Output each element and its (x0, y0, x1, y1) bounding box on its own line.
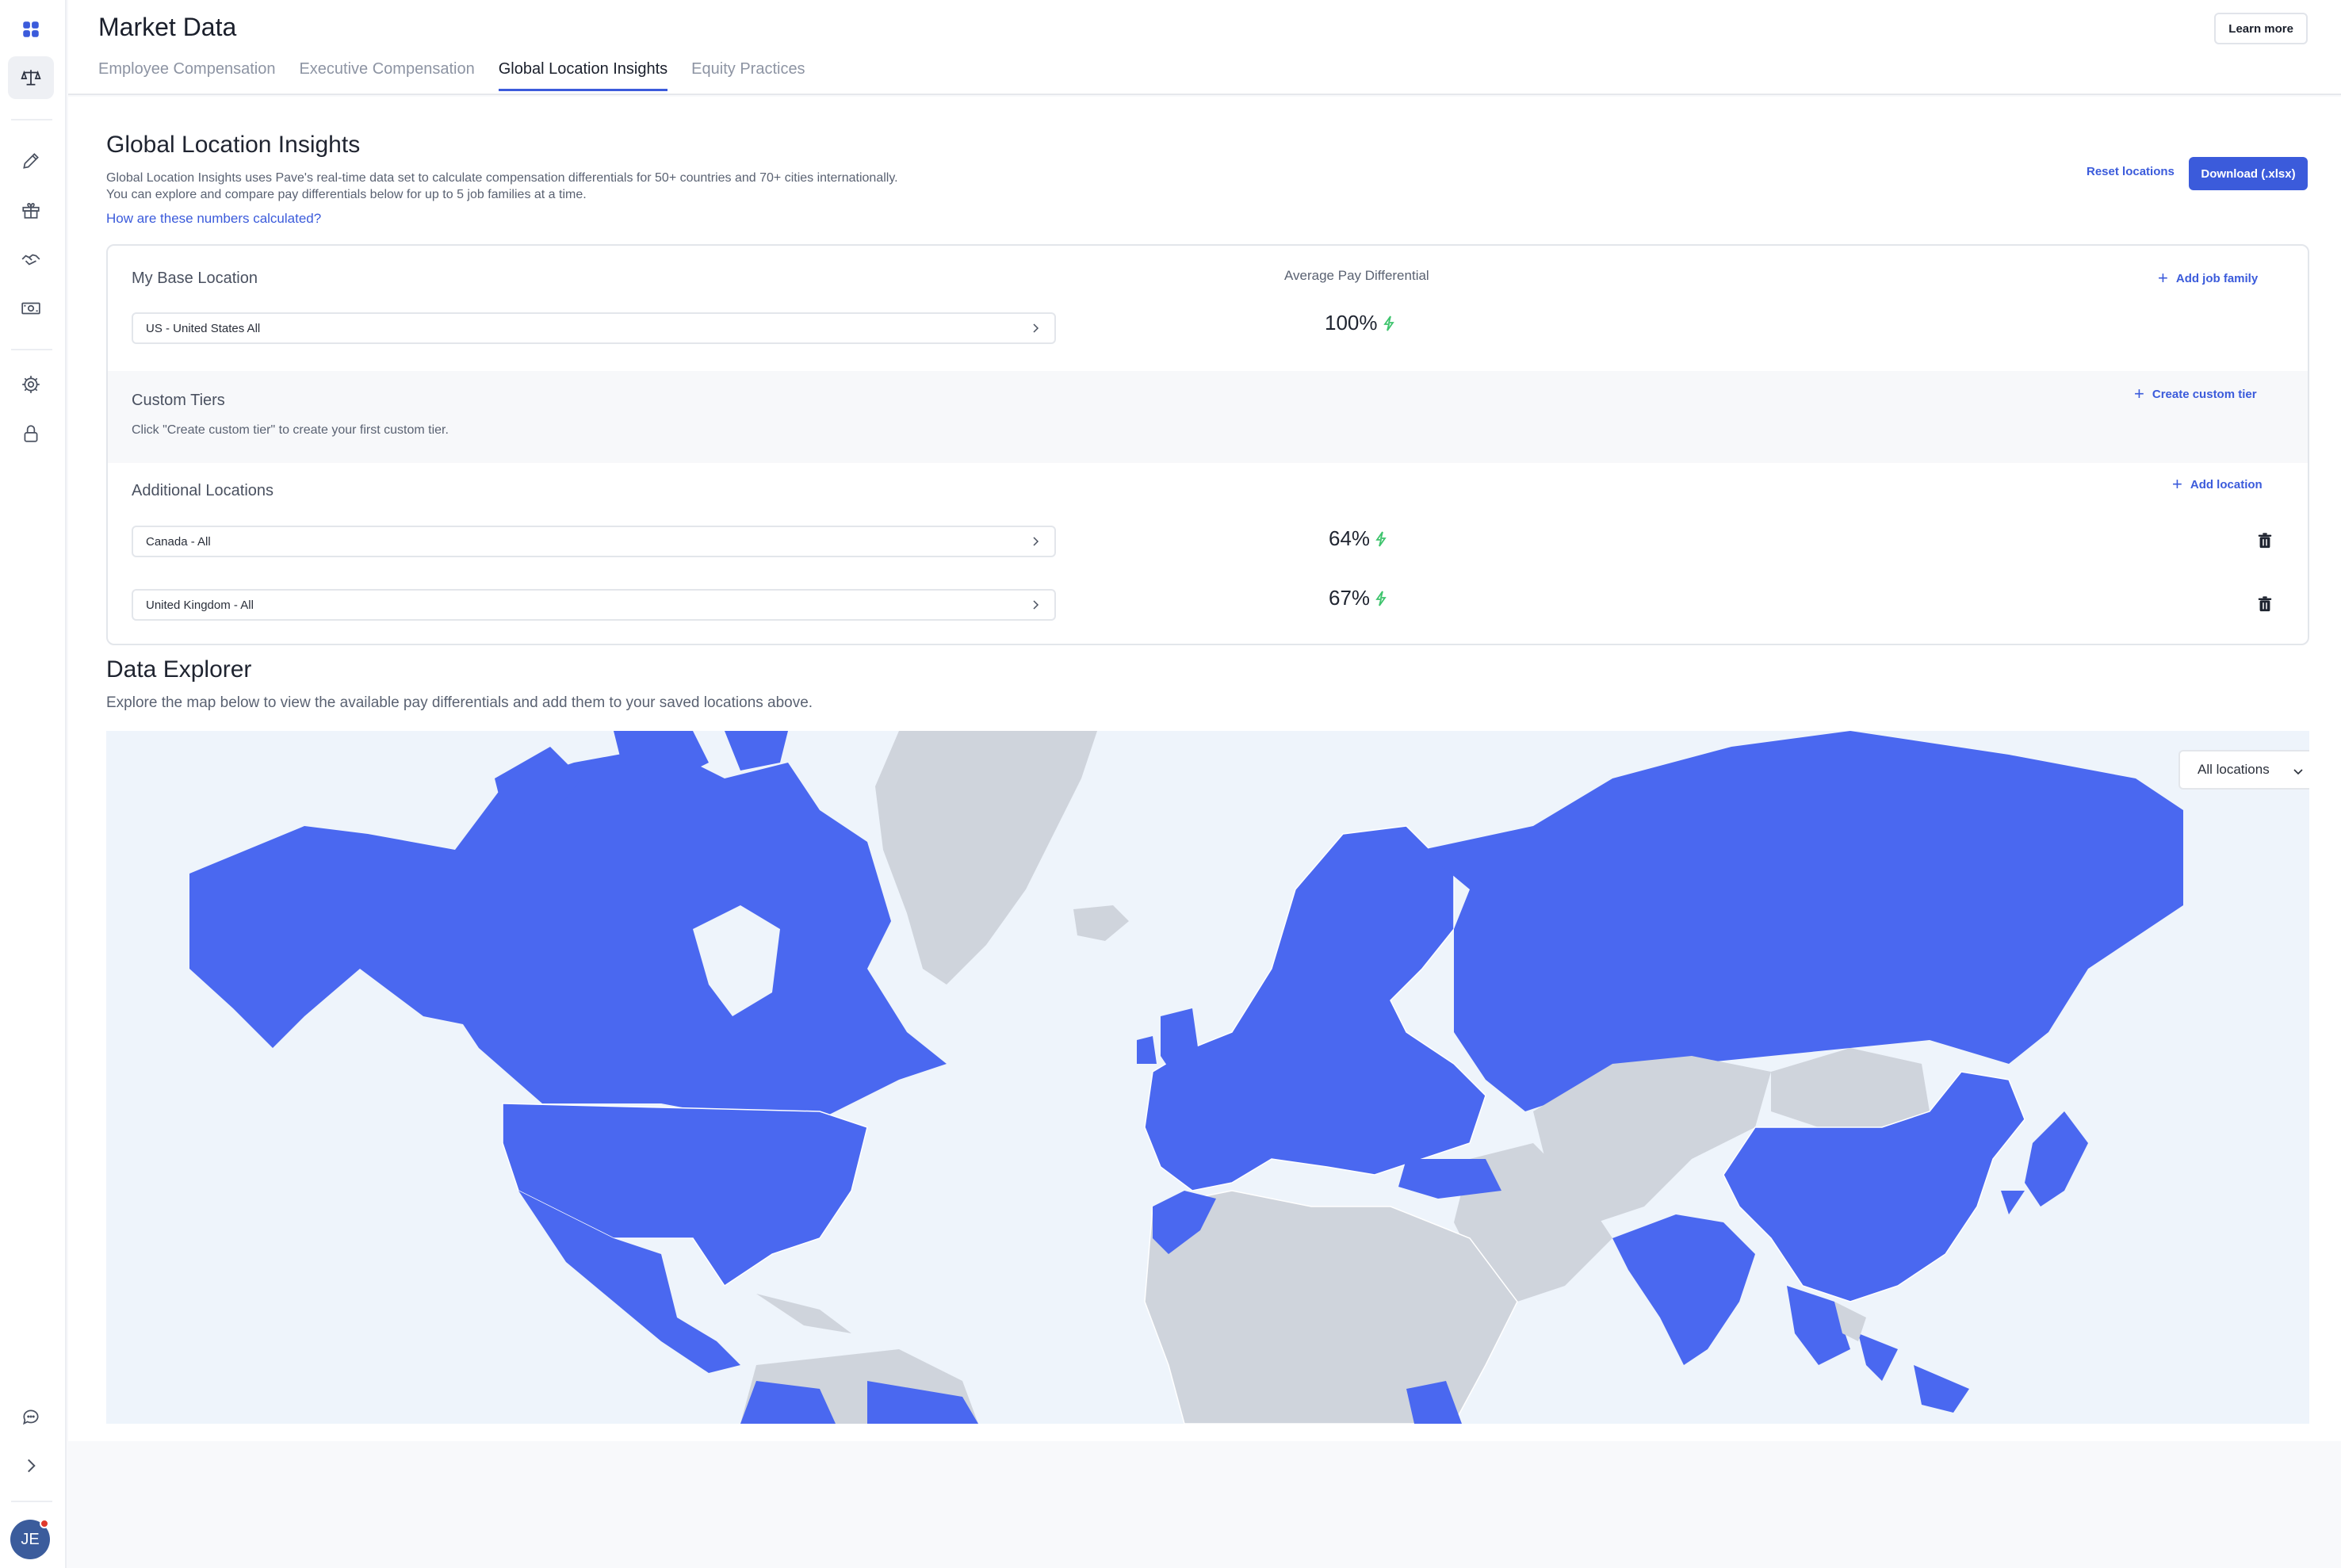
data-explorer-title: Data Explorer (106, 656, 252, 683)
map-region-southeast-asia-active (1787, 1286, 1969, 1413)
location-differential-value: 67% (1329, 586, 1371, 610)
notification-dot (40, 1519, 49, 1528)
tab-equity-practices[interactable]: Equity Practices (691, 60, 805, 91)
gift-icon[interactable] (8, 189, 54, 231)
additional-locations-label: Additional Locations (132, 482, 274, 499)
create-custom-tier-label: Create custom tier (2152, 387, 2257, 401)
bolt-icon (1375, 590, 1387, 606)
map-region-caribbean (756, 1294, 851, 1333)
chevron-right-icon (1033, 537, 1039, 546)
plus-icon: + (2134, 384, 2144, 403)
chevron-right-icon[interactable] (8, 1444, 54, 1487)
section-description: Global Location Insights uses Pave's rea… (106, 170, 1137, 203)
location-differential: 64% (1329, 526, 1389, 551)
world-map[interactable]: All locations (106, 731, 2309, 1424)
bolt-icon (1375, 530, 1387, 547)
location-filter-value: All locations (2198, 762, 2270, 777)
apps-icon[interactable] (8, 8, 54, 51)
bolt-icon (1383, 315, 1394, 331)
plus-icon: + (2158, 268, 2168, 288)
tab-global-location-insights[interactable]: Global Location Insights (498, 60, 668, 91)
data-explorer-description: Explore the map below to view the availa… (106, 694, 813, 711)
sidebar-divider (11, 349, 52, 350)
map-region-north-america (189, 747, 947, 1127)
money-icon[interactable] (8, 287, 54, 330)
map-region-mongolia (1771, 1048, 1930, 1127)
custom-tiers-label: Custom Tiers (132, 392, 225, 409)
page-title: Market Data (98, 13, 237, 41)
chevron-right-icon (1033, 323, 1039, 333)
tab-employee-compensation[interactable]: Employee Compensation (98, 60, 275, 91)
main-content: Global Location Insights Global Location… (68, 97, 2341, 1441)
gear-icon[interactable] (8, 363, 54, 406)
handshake-icon[interactable] (8, 238, 54, 281)
location-filter-select[interactable]: All locations (2178, 750, 2309, 790)
base-location-label: My Base Location (132, 270, 258, 287)
add-location-label: Add location (2190, 477, 2263, 491)
download-button[interactable]: Download (.xlsx) (2189, 157, 2308, 190)
plus-icon: + (2172, 474, 2182, 494)
lock-icon[interactable] (8, 412, 54, 455)
how-calculated-link[interactable]: How are these numbers calculated? (106, 211, 321, 227)
map-region-russia (1422, 731, 2183, 1111)
tab-bar: Employee Compensation Executive Compensa… (98, 60, 805, 91)
avg-pay-differential-label: Average Pay Differential (1284, 268, 1429, 283)
trash-icon[interactable] (2256, 595, 2274, 613)
description-line-1: Global Location Insights uses Pave's rea… (106, 171, 898, 185)
reset-locations-button[interactable]: Reset locations (2087, 165, 2175, 178)
sidebar: JE (0, 0, 67, 1568)
sidebar-divider (11, 119, 52, 120)
add-location-button[interactable]: + Add location (2172, 476, 2263, 493)
section-title: Global Location Insights (106, 132, 361, 158)
avatar-initials: JE (21, 1530, 40, 1548)
locations-card: My Base Location Average Pay Differentia… (106, 244, 2309, 645)
custom-tiers-section: Custom Tiers Click "Create custom tier" … (108, 371, 2308, 463)
map-region-india (1612, 1214, 1755, 1365)
custom-tiers-hint: Click "Create custom tier" to create you… (132, 423, 449, 437)
description-line-2: You can explore and compare pay differen… (106, 188, 587, 201)
base-location-select[interactable]: US - United States All (132, 312, 1056, 344)
location-select-united-kingdom[interactable]: United Kingdom - All (132, 589, 1056, 621)
learn-more-button[interactable]: Learn more (2214, 13, 2308, 44)
add-job-family-label: Add job family (2175, 271, 2259, 285)
base-differential: 100% (1325, 311, 1397, 335)
pencil-icon[interactable] (8, 140, 54, 182)
chevron-down-icon (2293, 769, 2303, 775)
location-differential: 67% (1329, 586, 1389, 610)
location-value: United Kingdom - All (146, 599, 254, 612)
base-differential-value: 100% (1325, 311, 1378, 335)
map-region-europe (1144, 825, 1486, 1191)
sidebar-divider (11, 1501, 52, 1502)
location-select-canada[interactable]: Canada - All (132, 526, 1056, 557)
location-value: Canada - All (146, 535, 211, 549)
map-region-iceland (1073, 905, 1129, 941)
scale-icon[interactable] (8, 56, 54, 99)
location-differential-value: 64% (1329, 526, 1371, 550)
create-custom-tier-button[interactable]: + Create custom tier (2134, 385, 2257, 403)
map-region-greenland (875, 731, 1097, 985)
world-map-canvas (189, 731, 2183, 1424)
add-job-family-button[interactable]: + Add job family (2158, 270, 2258, 287)
map-region-united-states (502, 1103, 868, 1287)
tab-executive-compensation[interactable]: Executive Compensation (299, 60, 474, 91)
base-location-value: US - United States All (146, 322, 261, 335)
trash-icon[interactable] (2256, 532, 2274, 549)
header: Market Data Learn more Employee Compensa… (68, 0, 2341, 95)
chat-icon[interactable] (8, 1395, 54, 1438)
chevron-right-icon (1033, 600, 1039, 610)
